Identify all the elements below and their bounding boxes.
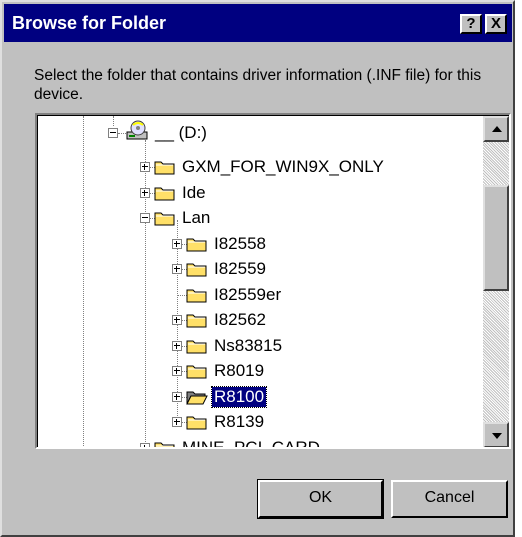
scroll-up-button[interactable]: [483, 116, 509, 142]
tree-item-label-selected[interactable]: R8100: [210, 386, 268, 408]
folder-icon: [154, 161, 175, 175]
tree-expander[interactable]: [140, 162, 150, 172]
tree-expander[interactable]: [140, 443, 150, 447]
folder-tree[interactable]: __ (D:) GXM_FOR_WIN9X_ONLY Ide Lan I82558 I8…: [38, 116, 482, 447]
ok-button[interactable]: OK: [257, 479, 384, 519]
tree-item-label[interactable]: GXM_FOR_WIN9X_ONLY: [180, 157, 386, 177]
folder-tree-view[interactable]: __ (D:) GXM_FOR_WIN9X_ONLY Ide Lan I82558 I8…: [35, 113, 511, 449]
instruction-text: Select the folder that contains driver i…: [34, 67, 482, 103]
vertical-scrollbar[interactable]: [483, 116, 509, 447]
close-icon: X: [490, 15, 501, 32]
tree-item-label[interactable]: I82558: [212, 234, 268, 254]
tree-guide-line: [83, 116, 84, 447]
arrow-down-icon: [492, 433, 502, 439]
arrow-up-icon: [492, 126, 502, 132]
tree-guide-line: [113, 116, 114, 126]
tree-expander[interactable]: [140, 188, 150, 198]
drive-expander[interactable]: [108, 128, 118, 138]
tree-expander[interactable]: [172, 417, 182, 427]
folder-icon: [154, 442, 175, 447]
tree-item-label[interactable]: Lan: [180, 208, 212, 228]
drive-label[interactable]: __ (D:): [153, 123, 209, 143]
folder-icon: [154, 212, 175, 226]
tree-expander[interactable]: [172, 341, 182, 351]
tree-item-label[interactable]: R8139: [212, 412, 266, 432]
folder-icon: [154, 187, 175, 201]
tree-item-label[interactable]: Ide: [180, 183, 208, 203]
tree-item-label[interactable]: I82559: [212, 259, 268, 279]
help-icon: ?: [466, 15, 476, 32]
folder-icon: [186, 365, 207, 379]
tree-item-label[interactable]: MINE_PCI_CARD: [180, 438, 322, 447]
cancel-button[interactable]: Cancel: [391, 480, 508, 518]
tree-expander[interactable]: [172, 366, 182, 376]
tree-item-label[interactable]: I82562: [212, 310, 268, 330]
tree-item-label[interactable]: I82559er: [212, 285, 283, 305]
folder-icon: [186, 314, 207, 328]
tree-guide-line: [145, 140, 146, 447]
tree-expander[interactable]: [172, 239, 182, 249]
tree-guide-line: [118, 133, 126, 134]
folder-icon: [186, 416, 207, 430]
tree-expander[interactable]: [140, 213, 150, 223]
tree-item-label[interactable]: R8019: [212, 361, 266, 381]
close-button[interactable]: X: [485, 14, 507, 34]
scroll-thumb[interactable]: [483, 185, 509, 291]
tree-expander[interactable]: [172, 392, 182, 402]
window-title: Browse for Folder: [12, 13, 167, 33]
folder-icon: [186, 289, 207, 303]
browse-for-folder-dialog: Browse for Folder ? X Select the folder …: [0, 0, 515, 537]
folder-icon: [186, 263, 207, 277]
scroll-down-button[interactable]: [483, 422, 509, 447]
folder-icon: [186, 238, 207, 252]
open-folder-icon: [186, 391, 208, 405]
tree-item-label[interactable]: Ns83815: [212, 336, 284, 356]
help-button[interactable]: ?: [460, 14, 482, 34]
title-bar[interactable]: Browse for Folder ? X: [4, 4, 512, 42]
tree-expander[interactable]: [172, 315, 182, 325]
tree-expander[interactable]: [172, 264, 182, 274]
folder-icon: [186, 340, 207, 354]
cd-drive-icon: [126, 120, 148, 140]
